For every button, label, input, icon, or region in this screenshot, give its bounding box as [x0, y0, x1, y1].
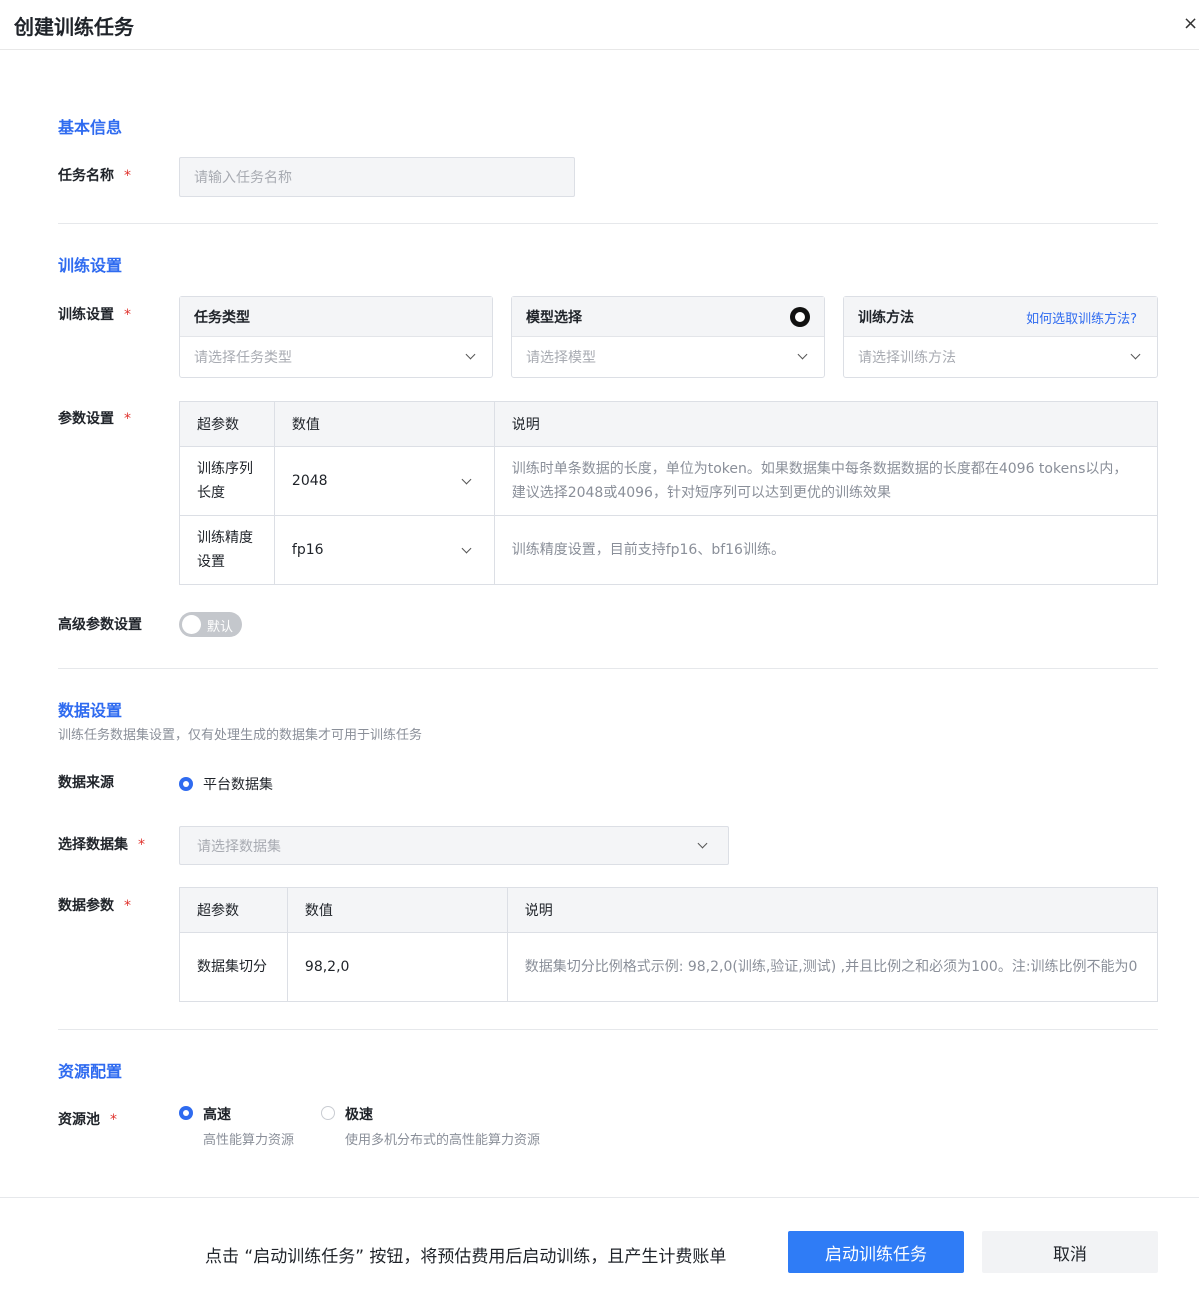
column-header: 数值 [273, 401, 495, 447]
billing-notice: 点击 “启动训练任务” 按钮，将预估费用后启动训练，且产生计费账单 [205, 1247, 727, 1267]
required-mark: * [124, 307, 131, 323]
dataset-placeholder: 请选择数据集 [197, 838, 281, 855]
section-title-data: 数据设置 [58, 701, 123, 720]
seq-length-value: 2048 [291, 473, 328, 489]
column-header: 超参数 [179, 887, 288, 933]
chevron-down-icon [461, 543, 472, 554]
data-params-label: 数据参数 * [58, 898, 131, 914]
data-source-label: 数据来源 [58, 775, 114, 791]
training-settings-label: 训练设置 * [58, 307, 131, 323]
chevron-down-icon [697, 838, 708, 849]
github-icon[interactable] [790, 307, 810, 327]
task-name-label: 任务名称 * [58, 168, 131, 184]
training-method-select[interactable]: 请选择训练方法 [844, 337, 1157, 377]
required-mark: * [110, 1112, 117, 1128]
task-type-placeholder: 请选择任务类型 [194, 350, 292, 366]
required-mark: * [138, 837, 145, 853]
advanced-params-toggle[interactable]: 默认 [179, 612, 242, 637]
precision-value: fp16 [291, 542, 324, 558]
chevron-down-icon [797, 349, 808, 360]
required-mark: * [124, 168, 131, 184]
dialog-title: 创建训练任务 [14, 15, 134, 39]
advanced-params-label: 高级参数设置 [58, 617, 142, 633]
section-title-training: 训练设置 [58, 256, 123, 275]
section-subtitle-data: 训练任务数据集设置，仅有处理生成的数据集才可用于训练任务 [58, 728, 423, 743]
radio-label-platform-dataset[interactable]: 平台数据集 [203, 774, 273, 794]
data-params-table: 超参数 数值 说明 数据集切分 98,2,0 数据集切分比例格式示例: 98,2… [179, 887, 1159, 1002]
model-select-header: 模型选择 [512, 297, 824, 337]
dataset-label: 选择数据集 * [58, 837, 145, 853]
section-title-resource: 资源配置 [58, 1062, 123, 1081]
table-header-row: 超参数 数值 说明 [179, 401, 1159, 447]
training-method-card: 训练方法 如何选取训练方法? 请选择训练方法 [843, 296, 1158, 378]
start-training-button[interactable]: 启动训练任务 [788, 1231, 964, 1273]
divider [58, 223, 1158, 224]
required-mark: * [124, 898, 131, 914]
param-desc: 训练时单条数据的长度，单位为token。如果数据集中每条数据数据的长度都在409… [493, 446, 1159, 516]
param-name: 训练序列长度 [179, 446, 275, 516]
param-name: 数据集切分 [179, 932, 288, 1002]
radio-high-speed[interactable] [179, 1106, 193, 1120]
training-method-header: 训练方法 如何选取训练方法? [844, 297, 1157, 337]
resource-pool-label: 资源池 * [58, 1112, 117, 1128]
model-select-title: 模型选择 [526, 309, 582, 326]
divider [58, 1029, 1158, 1030]
radio-extreme-speed[interactable] [321, 1106, 335, 1120]
column-header: 数值 [286, 887, 508, 933]
table-row: 训练序列长度 2048 训练时单条数据的长度，单位为token。如果数据集中每条… [179, 446, 1159, 516]
radio-label-high-speed[interactable]: 高速 [203, 1104, 231, 1124]
section-title-basic: 基本信息 [58, 118, 123, 137]
task-type-select[interactable]: 请选择任务类型 [180, 337, 492, 377]
task-type-card: 任务类型 请选择任务类型 [179, 296, 493, 378]
model-select[interactable]: 请选择模型 [512, 337, 824, 377]
model-placeholder: 请选择模型 [526, 350, 596, 366]
close-icon[interactable]: × [1183, 12, 1198, 36]
task-type-title: 任务类型 [180, 297, 492, 337]
model-select-card: 模型选择 请选择模型 [511, 296, 825, 378]
column-header: 说明 [493, 401, 1159, 447]
param-desc: 训练精度设置，目前支持fp16、bf16训练。 [493, 515, 1159, 585]
radio-desc-extreme-speed: 使用多机分布式的高性能算力资源 [345, 1133, 541, 1148]
training-method-placeholder: 请选择训练方法 [858, 350, 956, 366]
dataset-select[interactable]: 请选择数据集 [179, 826, 729, 865]
seq-length-select[interactable]: 2048 [273, 446, 495, 516]
cancel-button[interactable]: 取消 [982, 1231, 1158, 1273]
dialog-header: 创建训练任务 × [0, 0, 1199, 50]
training-params-table: 超参数 数值 说明 训练序列长度 2048 训练时单条数据的长度，单位为toke… [179, 401, 1159, 585]
radio-platform-dataset[interactable] [179, 777, 193, 791]
param-desc: 数据集切分比例格式示例: 98,2,0(训练,验证,测试) ,并且比例之和必须为… [506, 932, 1159, 1002]
toggle-knob [182, 615, 201, 634]
column-header: 超参数 [179, 401, 275, 447]
toggle-text: 默认 [207, 620, 234, 635]
chevron-down-icon [465, 349, 476, 360]
divider [58, 668, 1158, 669]
param-name: 训练精度设置 [179, 515, 275, 585]
params-label: 参数设置 * [58, 411, 131, 427]
chevron-down-icon [461, 474, 472, 485]
task-name-input[interactable]: 请输入任务名称 [179, 157, 575, 197]
column-header: 说明 [506, 887, 1159, 933]
table-row: 数据集切分 98,2,0 数据集切分比例格式示例: 98,2,0(训练,验证,测… [179, 932, 1159, 1002]
precision-select[interactable]: fp16 [273, 515, 495, 585]
table-row: 训练精度设置 fp16 训练精度设置，目前支持fp16、bf16训练。 [179, 515, 1159, 585]
radio-desc-high-speed: 高性能算力资源 [203, 1133, 295, 1148]
training-method-title: 训练方法 [858, 309, 914, 326]
table-header-row: 超参数 数值 说明 [179, 887, 1159, 933]
split-value[interactable]: 98,2,0 [286, 932, 508, 1002]
chevron-down-icon [1130, 349, 1141, 360]
required-mark: * [124, 411, 131, 427]
radio-label-extreme-speed[interactable]: 极速 [345, 1104, 373, 1124]
training-method-help-link[interactable]: 如何选取训练方法? [1026, 308, 1137, 327]
